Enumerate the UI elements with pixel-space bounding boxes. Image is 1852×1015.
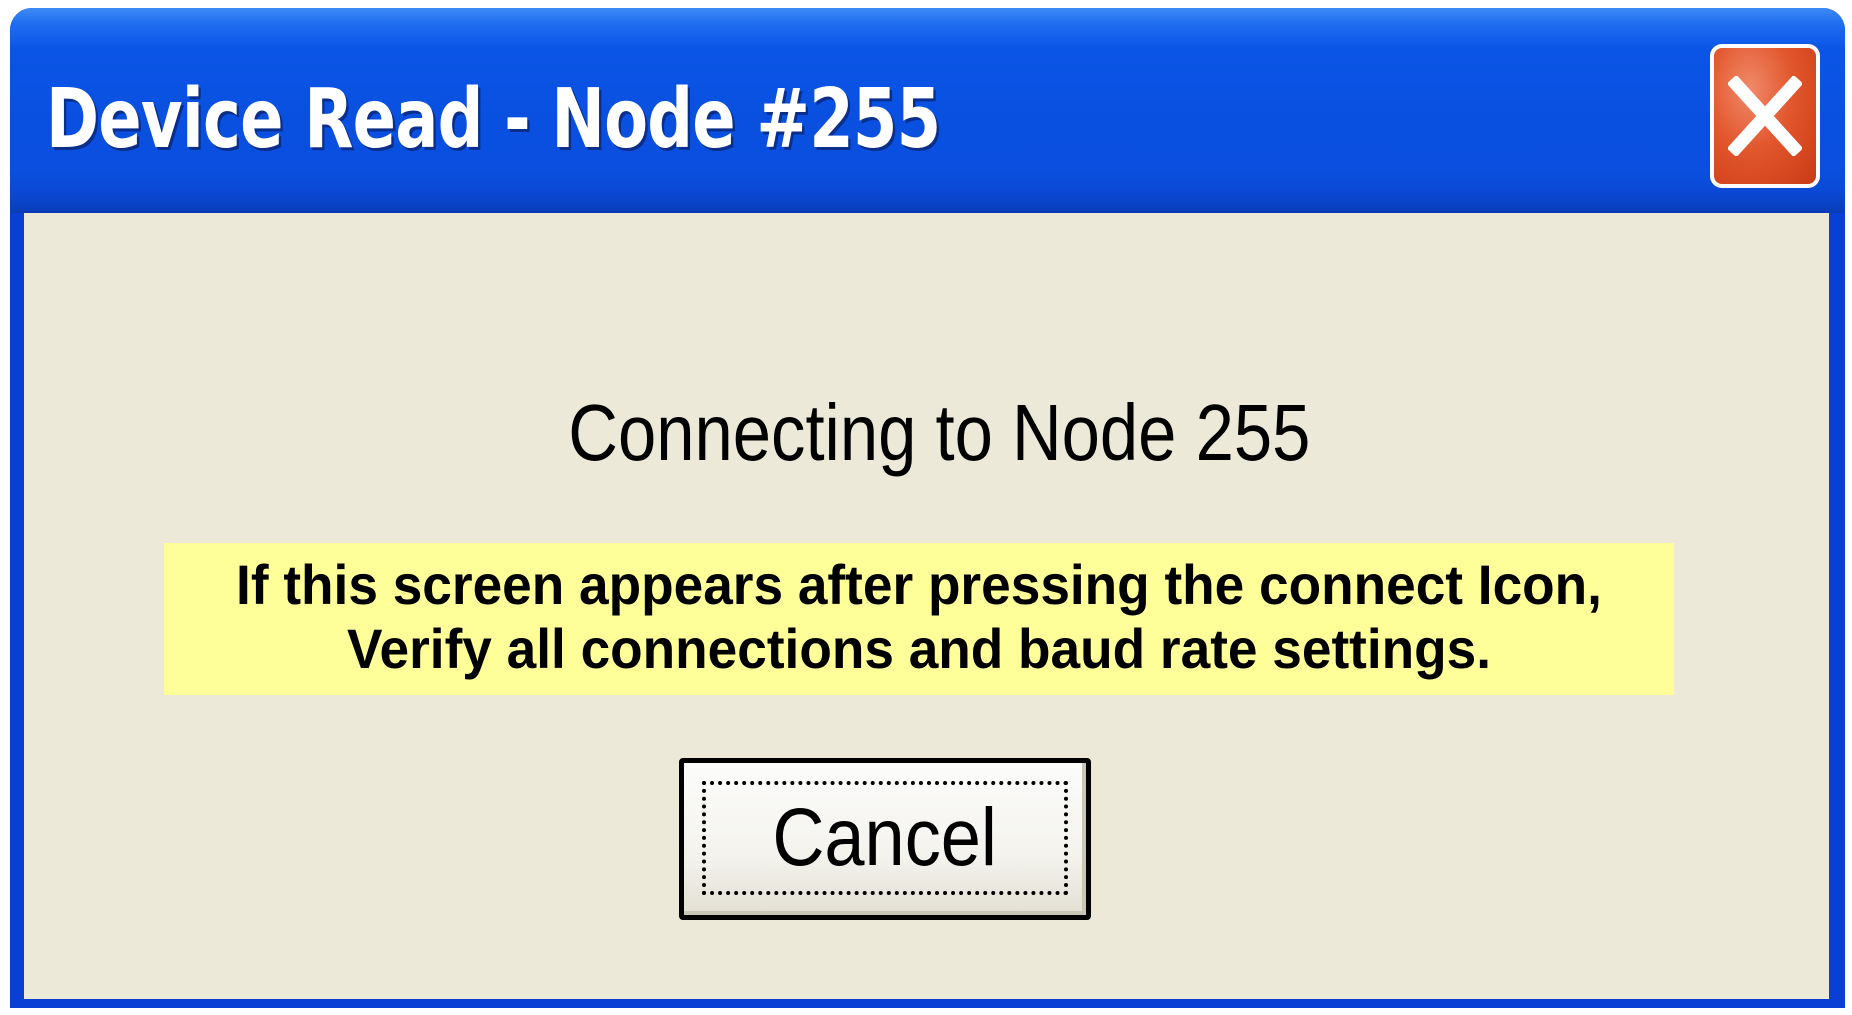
status-message: Connecting to Node 255 [24, 383, 1829, 483]
dialog-window: Device Read - Node #255 Connecting to No… [10, 8, 1845, 1008]
dialog-body: Connecting to Node 255 If this screen ap… [24, 213, 1829, 999]
close-button[interactable] [1710, 44, 1820, 188]
notice-callout: If this screen appears after pressing th… [164, 543, 1674, 695]
window-title: Device Read - Node #255 [46, 72, 941, 167]
close-x-icon [1728, 76, 1802, 156]
cancel-button-text: Cancel [772, 792, 998, 883]
notice-line-2: Verify all connections and baud rate set… [346, 617, 1492, 680]
cancel-button-label: Cancel [684, 793, 1086, 883]
cancel-button[interactable]: Cancel [679, 758, 1091, 920]
notice-line-1: If this screen appears after pressing th… [236, 553, 1602, 616]
title-bar[interactable]: Device Read - Node #255 [10, 8, 1845, 213]
status-message-text: Connecting to Node 255 [568, 388, 1311, 477]
